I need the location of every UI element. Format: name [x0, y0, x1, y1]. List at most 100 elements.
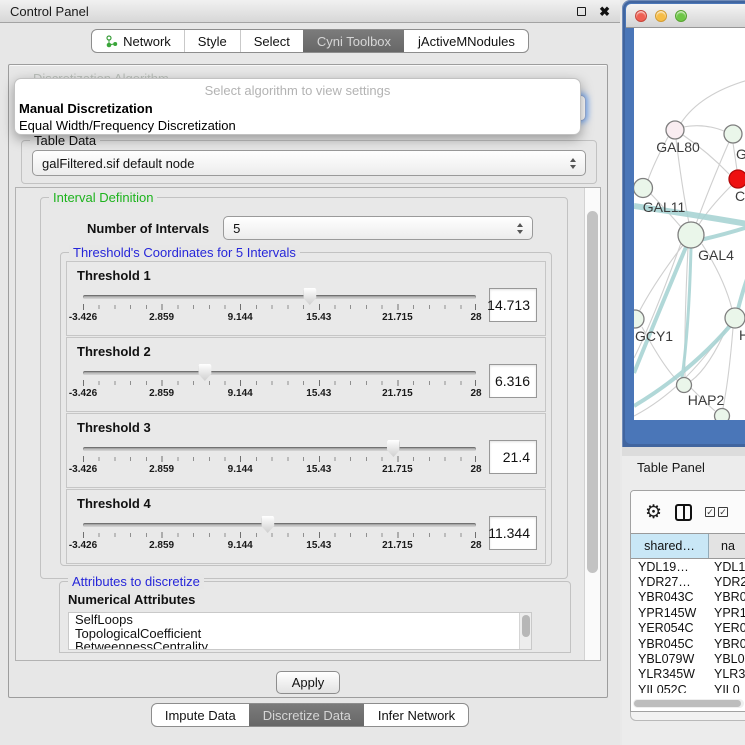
- bottom-tab-group: Impute Data Discretize Data Infer Networ…: [151, 703, 469, 727]
- slider-track[interactable]: [83, 295, 476, 299]
- combo-spinner-icon: [517, 223, 532, 234]
- node-gal4[interactable]: [678, 222, 704, 248]
- panel-scrollbar[interactable]: [584, 188, 600, 660]
- attributes-group: Attributes to discretize Numerical Attri…: [59, 581, 571, 653]
- node-bottom[interactable]: [715, 409, 730, 421]
- threshold-4-slider[interactable]: -3.426 2.859 9.144 15.43 21.715 28: [83, 516, 476, 556]
- dropdown-item-manual[interactable]: Manual Discretization: [15, 100, 580, 117]
- columns-icon[interactable]: [675, 504, 692, 521]
- slider-thumb[interactable]: [198, 364, 211, 381]
- threshold-1-value-field[interactable]: 14.713: [489, 288, 537, 322]
- threshold-4-value-field[interactable]: 11.344: [489, 516, 537, 550]
- node-label: H: [739, 327, 745, 343]
- slider-thumb[interactable]: [387, 440, 400, 457]
- table-header: shared… na: [631, 533, 745, 559]
- slider-track[interactable]: [83, 447, 476, 451]
- list-item[interactable]: SelfLoops: [69, 613, 531, 627]
- node-h[interactable]: [725, 308, 745, 328]
- scrollbar-thumb[interactable]: [587, 211, 598, 573]
- threshold-1-slider[interactable]: -3.426 2.859 9.144 15.43 21.715 28: [83, 288, 476, 328]
- threshold-3-label: Threshold 3: [67, 414, 545, 435]
- table-row[interactable]: YER054CYER0: [631, 621, 745, 636]
- settings-scroll-panel: Interval Definition Number of Intervals …: [15, 187, 601, 661]
- node-red[interactable]: [729, 170, 745, 188]
- tab-infer-network[interactable]: Infer Network: [364, 704, 468, 726]
- table-row[interactable]: YBR045CYBR0: [631, 636, 745, 651]
- slider-track[interactable]: [83, 371, 476, 375]
- top-tab-group: Network Style Select Cyni Toolbox jActiv…: [91, 29, 529, 53]
- top-tab-row: Network Style Select Cyni Toolbox jActiv…: [0, 29, 620, 53]
- table-row[interactable]: YDL19…YDL1: [631, 559, 745, 574]
- checkbox-icon[interactable]: ✓: [705, 507, 715, 517]
- slider-scale: -3.426 2.859 9.144 15.43 21.715 28: [83, 388, 476, 400]
- table-row[interactable]: YLR345WYLR3: [631, 667, 745, 682]
- float-window-icon[interactable]: [577, 7, 586, 16]
- slider-scale: -3.426 2.859 9.144 15.43 21.715 28: [83, 464, 476, 476]
- table-toolbar: ⚙ ✓ ✓: [631, 491, 745, 533]
- node-label: HAP2: [688, 392, 725, 408]
- slider-thumb[interactable]: [303, 288, 316, 305]
- table-row[interactable]: YIL052CYIL0: [631, 682, 745, 693]
- list-item[interactable]: BetweennessCentrality: [69, 640, 531, 650]
- table-row[interactable]: YBR043CYBR0: [631, 590, 745, 605]
- table-row[interactable]: YDR27…YDR2: [631, 574, 745, 589]
- table-data-combobox[interactable]: galFiltered.sif default node: [32, 150, 586, 176]
- checkbox-icon[interactable]: ✓: [718, 507, 728, 517]
- network-canvas[interactable]: GAL80 GA C GAL11 GAL4 GCY1 H HAP2: [634, 28, 745, 420]
- slider-thumb[interactable]: [261, 516, 274, 533]
- table-row[interactable]: YBL079WYBL0: [631, 651, 745, 666]
- threshold-3-slider[interactable]: -3.426 2.859 9.144 15.43 21.715 28: [83, 440, 476, 480]
- number-of-intervals-label: Number of Intervals: [87, 221, 209, 236]
- attributes-legend: Attributes to discretize: [68, 574, 204, 589]
- zoom-traffic-light-icon[interactable]: [675, 10, 687, 22]
- dropdown-item-equal-width[interactable]: Equal Width/Frequency Discretization: [15, 117, 580, 134]
- thresholds-group: Threshold's Coordinates for 5 Intervals …: [60, 252, 552, 566]
- threshold-2-label: Threshold 2: [67, 338, 545, 359]
- screen: Control Panel ✖ Network Style Sel: [0, 0, 745, 745]
- column-header-shared[interactable]: shared…: [631, 534, 709, 558]
- apply-button[interactable]: Apply: [276, 671, 340, 694]
- select-columns-icons: ✓ ✓: [705, 507, 728, 517]
- scrollbar-thumb[interactable]: [634, 700, 741, 707]
- interval-definition-legend: Interval Definition: [49, 190, 157, 205]
- threshold-3-value-field[interactable]: 21.4: [489, 440, 537, 474]
- control-panel-window: Control Panel ✖ Network Style Sel: [0, 0, 620, 745]
- node-ga[interactable]: [724, 125, 742, 143]
- threshold-2-slider[interactable]: -3.426 2.859 9.144 15.43 21.715 28: [83, 364, 476, 404]
- node-gal80[interactable]: [666, 121, 684, 139]
- close-traffic-light-icon[interactable]: [635, 10, 647, 22]
- combo-spinner-icon: [570, 158, 585, 169]
- attributes-scrollbar[interactable]: [519, 613, 531, 649]
- slider-track[interactable]: [83, 523, 476, 527]
- tab-style[interactable]: Style: [184, 30, 240, 52]
- tab-network[interactable]: Network: [92, 30, 184, 52]
- table-panel-title: Table Panel: [637, 460, 705, 475]
- node-hap2[interactable]: [677, 378, 692, 393]
- table-horizontal-scrollbar[interactable]: [633, 699, 744, 708]
- table-row[interactable]: YPR145WYPR1: [631, 605, 745, 620]
- tab-select[interactable]: Select: [240, 30, 303, 52]
- node-label: GAL4: [698, 247, 734, 263]
- tab-cyni-toolbox[interactable]: Cyni Toolbox: [303, 30, 404, 52]
- table-data-legend: Table Data: [30, 133, 100, 148]
- column-header-name[interactable]: na: [709, 534, 745, 558]
- node-gcy1[interactable]: [634, 310, 644, 328]
- node-gal11[interactable]: [634, 179, 653, 198]
- network-window-titlebar[interactable]: [626, 4, 745, 28]
- tab-jactivemnodules[interactable]: jActiveMNodules: [404, 30, 528, 52]
- table-panel: Table Panel ⚙ ✓ ✓ shared… na YDL19…YDL1 …: [622, 447, 745, 745]
- algorithm-dropdown-popup: Select algorithm to view settings Manual…: [14, 78, 581, 135]
- threshold-4-label: Threshold 4: [67, 490, 545, 511]
- threshold-2-value-field[interactable]: 6.316: [489, 364, 537, 398]
- tab-discretize-data[interactable]: Discretize Data: [249, 704, 364, 726]
- threshold-1-label: Threshold 1: [67, 262, 545, 283]
- tab-impute-data[interactable]: Impute Data: [152, 704, 249, 726]
- cyni-toolbox-panel: Discretization Algorithm Select algorith…: [8, 64, 608, 698]
- list-item[interactable]: TopologicalCoefficient: [69, 627, 531, 641]
- minimize-traffic-light-icon[interactable]: [655, 10, 667, 22]
- close-icon[interactable]: ✖: [599, 5, 610, 18]
- control-panel-titlebar: Control Panel ✖: [0, 0, 620, 23]
- gear-icon[interactable]: ⚙: [645, 503, 662, 522]
- network-window: GAL80 GA C GAL11 GAL4 GCY1 H HAP2: [622, 0, 745, 447]
- number-of-intervals-combobox[interactable]: 5: [223, 216, 533, 240]
